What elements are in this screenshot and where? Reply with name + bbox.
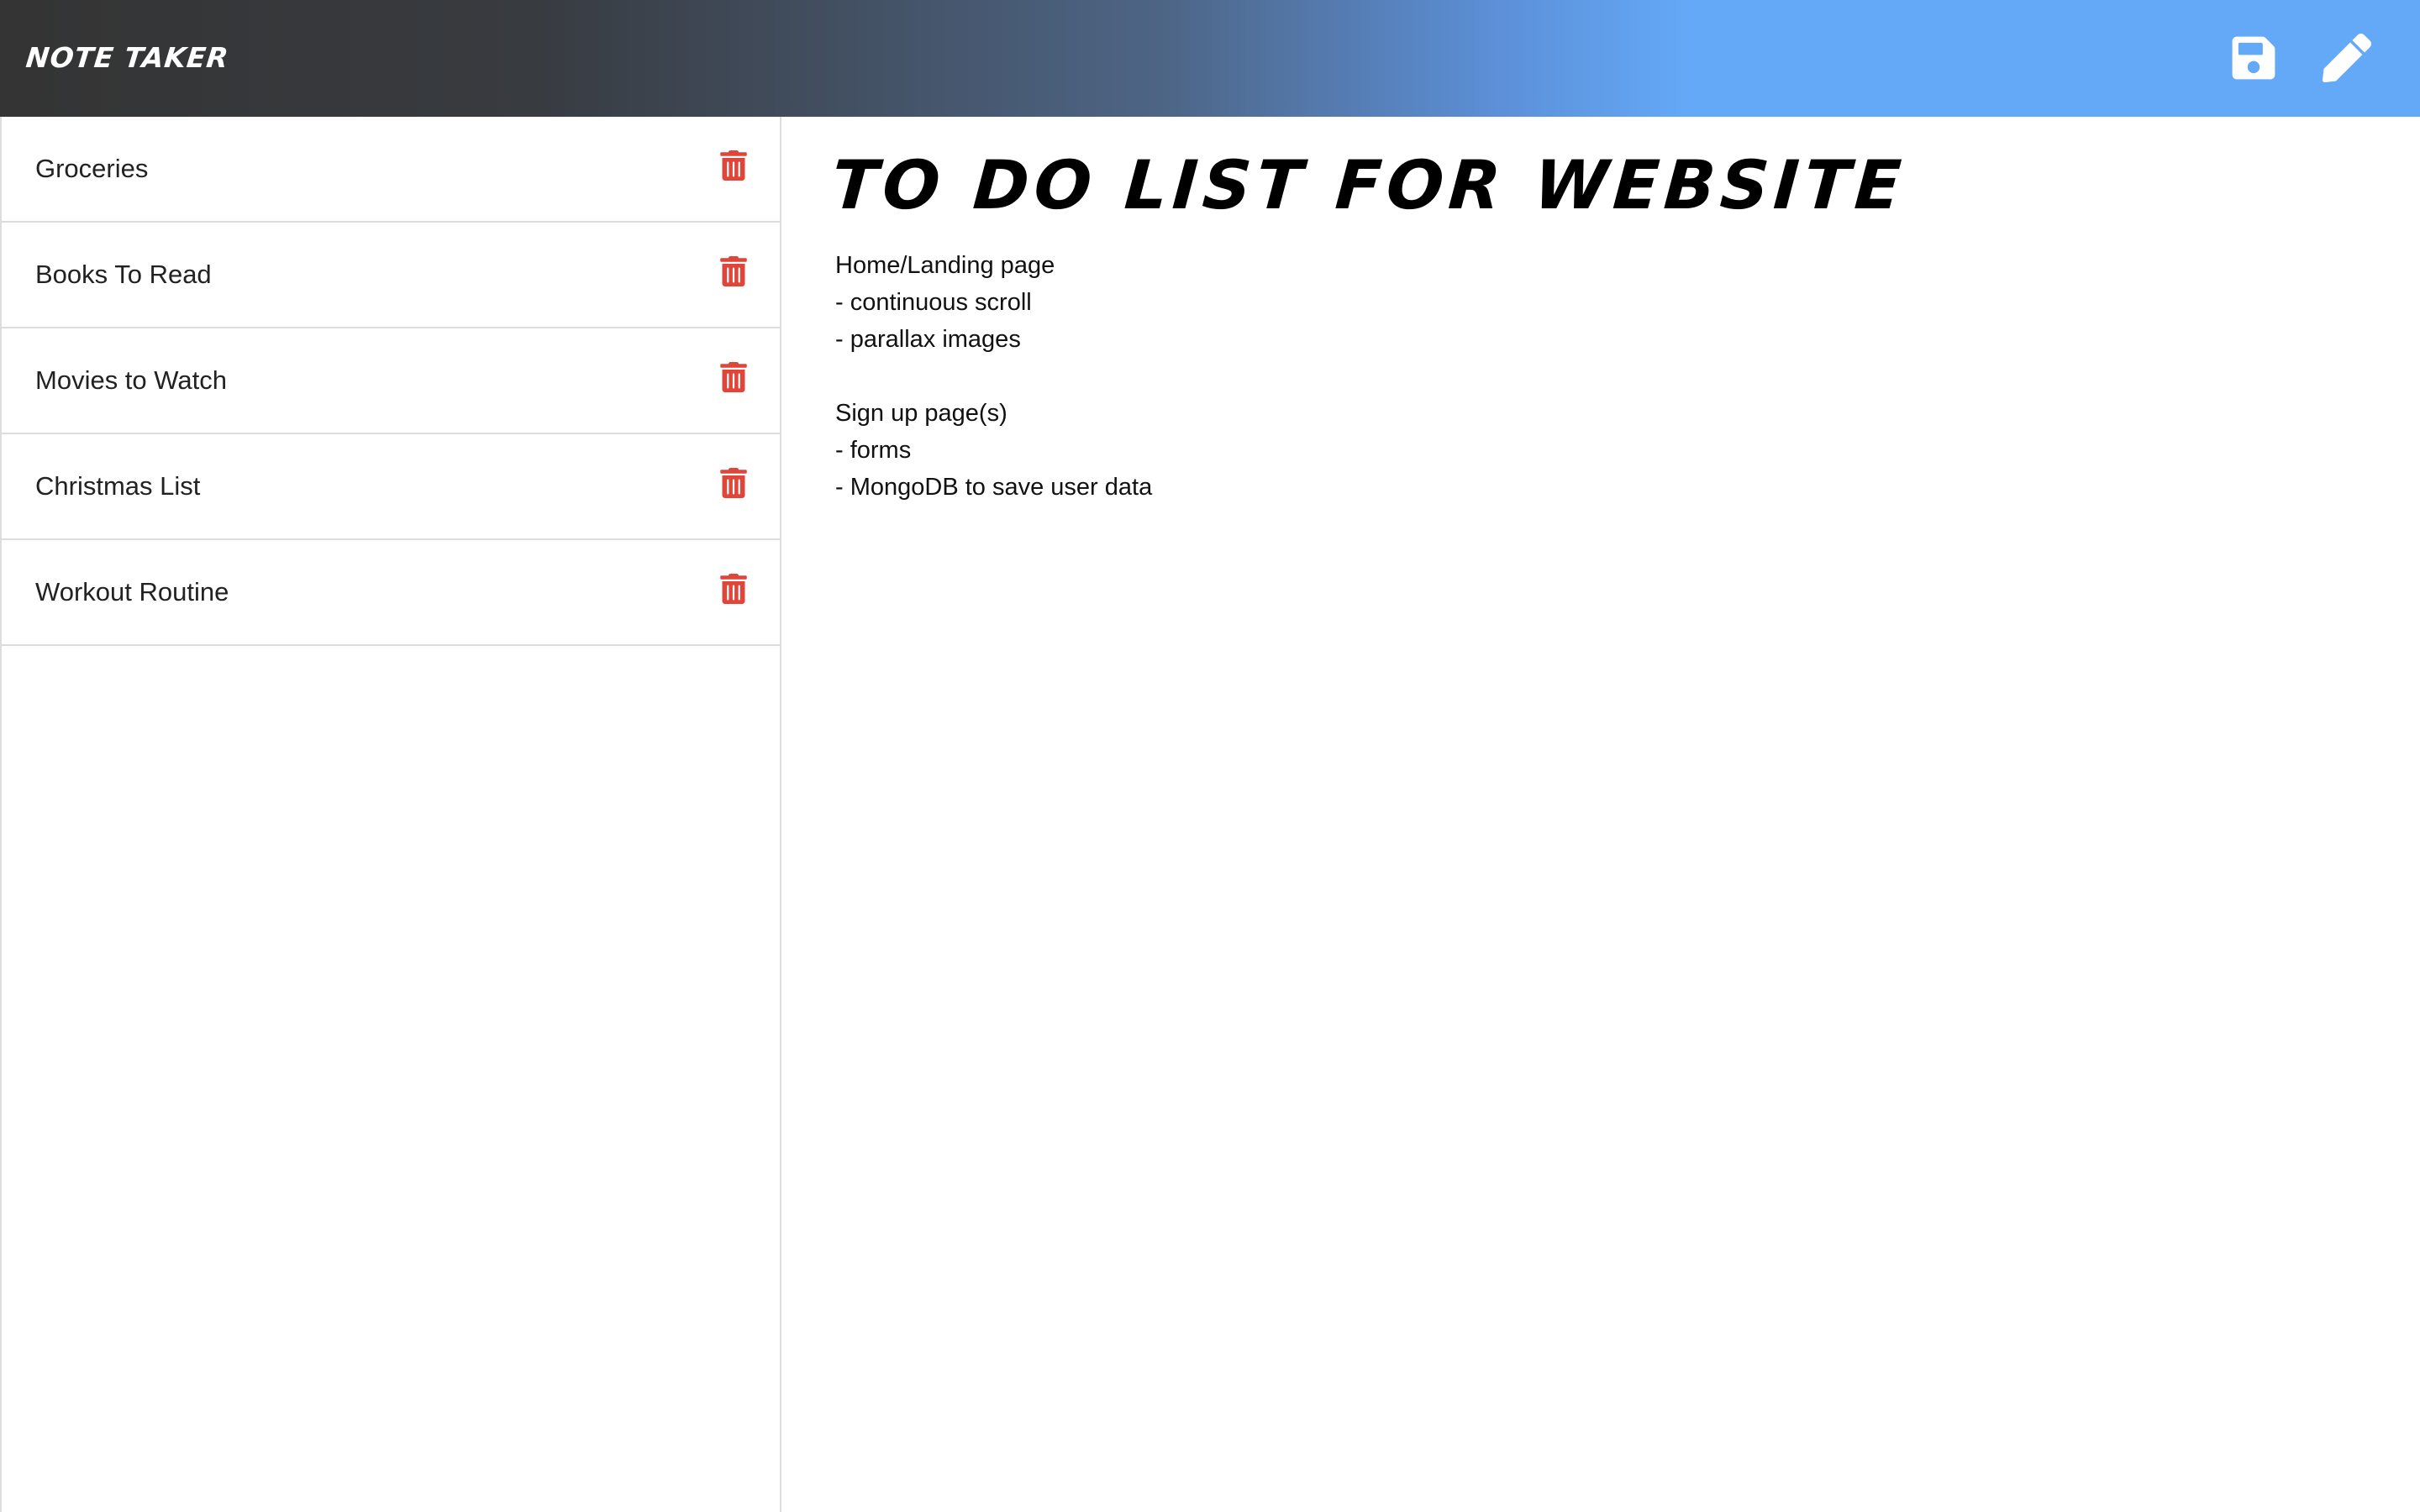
trash-icon[interactable] (720, 362, 747, 392)
note-list-item[interactable]: Groceries (2, 117, 780, 223)
note-list-item-title[interactable]: Books To Read (35, 223, 212, 327)
note-list-item[interactable]: Workout Routine (2, 540, 780, 646)
navbar: Note Taker (0, 0, 2420, 117)
note-list: Groceries Books To Read Movies to Watch … (2, 117, 780, 646)
note-title-input[interactable] (828, 135, 2265, 236)
note-list-item[interactable]: Movies to Watch (2, 328, 780, 434)
note-list-item-title[interactable]: Christmas List (35, 434, 200, 538)
new-note-pencil-icon[interactable] (2323, 34, 2371, 82)
note-list-sidebar: Groceries Books To Read Movies to Watch … (0, 117, 781, 1512)
save-note-icon[interactable] (2229, 34, 2278, 82)
trash-icon[interactable] (720, 256, 747, 286)
note-editor: Home/Landing page - continuous scroll - … (781, 117, 2420, 1512)
note-body-textarea[interactable]: Home/Landing page - continuous scroll - … (835, 247, 2348, 1423)
note-list-item[interactable]: Books To Read (2, 223, 780, 328)
note-list-item-title[interactable]: Groceries (35, 117, 148, 221)
app-brand[interactable]: Note Taker (24, 35, 231, 81)
trash-icon[interactable] (720, 468, 747, 498)
note-list-item-title[interactable]: Workout Routine (35, 540, 229, 644)
trash-icon[interactable] (720, 574, 747, 604)
note-list-item-title[interactable]: Movies to Watch (35, 328, 227, 433)
trash-icon[interactable] (720, 150, 747, 181)
note-list-item[interactable]: Christmas List (2, 434, 780, 540)
